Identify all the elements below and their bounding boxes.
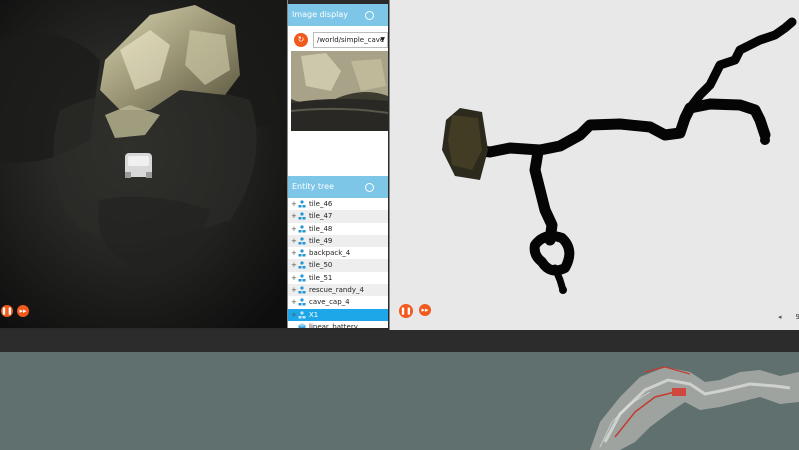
expand-icon[interactable]: + [291, 272, 297, 284]
entity-row[interactable]: + tile_50 [288, 259, 388, 272]
model-icon [298, 274, 306, 282]
entity-row[interactable]: + cave_cap_4 [288, 296, 388, 308]
entity-label: cave_cap_4 [309, 298, 350, 307]
zoom-readout: 9 [796, 313, 799, 321]
model-icon [298, 200, 306, 208]
chevron-down-icon: ▼ [380, 36, 385, 43]
entity-row[interactable]: + tile_51 [288, 272, 388, 284]
panel-menu-icon[interactable] [365, 183, 374, 192]
entity-label: tile_49 [309, 236, 333, 245]
expand-icon[interactable]: + [291, 223, 297, 235]
entity-label: tile_46 [309, 200, 333, 208]
cave-scene-render [0, 0, 287, 328]
pause-button[interactable]: ❚❚ [1, 305, 13, 317]
entity-label: tile_47 [309, 212, 333, 221]
entity-tree-panel: Entity tree + tile_46 + tile_47 + tile_48 +… [288, 176, 388, 328]
image-display-title: Image display [292, 10, 349, 19]
model-icon [298, 237, 306, 245]
step-icon: ▸▸ [421, 306, 429, 314]
entity-label: X1 [309, 310, 319, 319]
entity-list: + tile_46 + tile_47 + tile_48 + tile_49 + bac… [288, 198, 388, 328]
expand-icon[interactable]: + [291, 284, 297, 296]
cave-map-render [442, 17, 797, 294]
point-cloud-render [0, 352, 799, 450]
entity-tree-title: Entity tree [292, 182, 334, 191]
entity-label: rescue_randy_4 [309, 286, 364, 295]
window-separator [0, 330, 799, 352]
map-step-button[interactable]: ▸▸ [419, 304, 431, 316]
robot-model[interactable] [125, 153, 152, 178]
step-icon: ▸▸ [19, 307, 27, 315]
entity-row[interactable]: + tile_47 [288, 210, 388, 223]
expand-icon[interactable]: + [291, 198, 297, 210]
model-icon [298, 298, 306, 306]
panel-menu-icon[interactable] [365, 11, 374, 20]
entity-row[interactable]: + tile_48 [288, 223, 388, 235]
expand-icon[interactable]: + [291, 235, 297, 247]
expand-icon[interactable]: + [291, 296, 297, 308]
camera-image [291, 51, 388, 131]
entity-tree-header[interactable]: Entity tree [288, 176, 388, 198]
model-icon [298, 224, 306, 233]
image-display-header[interactable]: Image display [288, 4, 388, 26]
entity-label: backpack_4 [309, 249, 351, 258]
pause-icon: ❚❚ [1, 307, 13, 315]
link-icon [298, 323, 306, 328]
expand-icon[interactable]: + [291, 247, 297, 259]
scene-3d-viewport[interactable]: ❚❚ ▸▸ [0, 0, 288, 328]
model-icon [298, 212, 306, 220]
model-icon [298, 249, 306, 257]
model-icon [298, 286, 306, 294]
step-button[interactable]: ▸▸ [17, 305, 29, 317]
refresh-button[interactable]: ↻ [294, 33, 308, 47]
entity-label: tile_51 [309, 273, 333, 282]
pause-icon: ❚❚ [400, 307, 412, 315]
image-display-panel: Image display ↻ /world/simple_cave ▼ [288, 4, 388, 176]
map-pause-button[interactable]: ❚❚ [399, 304, 413, 318]
expand-icon[interactable]: + [291, 309, 297, 321]
map-viewport[interactable]: ❚❚ ▸▸ ◂ 9 [389, 0, 799, 330]
entity-row-selected[interactable]: + X1 [288, 308, 388, 321]
model-icon [298, 261, 306, 269]
point-cloud-viewport[interactable] [0, 352, 799, 450]
entity-label: linear_battery [309, 322, 358, 328]
topic-select[interactable]: /world/simple_cave ▼ [313, 32, 388, 48]
model-icon [298, 311, 306, 319]
refresh-icon: ↻ [297, 35, 305, 44]
scroll-left-icon[interactable]: ◂ [778, 313, 782, 321]
entity-row[interactable]: + tile_49 [288, 234, 388, 248]
entity-row[interactable]: linear_battery [288, 321, 388, 328]
entity-row[interactable]: + rescue_randy_4 [288, 284, 388, 297]
entity-row[interactable]: + tile_46 [288, 198, 388, 210]
topic-select-value: /world/simple_cave [317, 36, 385, 44]
expand-icon[interactable]: + [291, 259, 297, 271]
expand-icon[interactable]: + [291, 210, 297, 222]
entity-label: tile_48 [309, 224, 333, 233]
entity-label: tile_50 [309, 261, 333, 270]
entity-row[interactable]: + backpack_4 [288, 247, 388, 259]
